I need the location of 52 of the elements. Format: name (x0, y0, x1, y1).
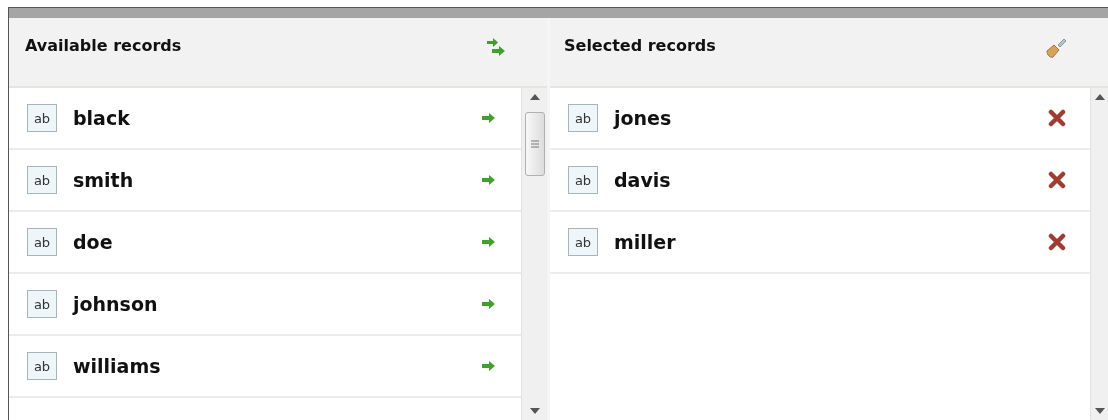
record-row[interactable]: ab johnson (9, 274, 521, 336)
text-type-icon: ab (568, 228, 598, 256)
text-type-icon: ab (27, 228, 57, 256)
scroll-down-icon[interactable] (1094, 408, 1105, 414)
record-row[interactable]: ab davis (550, 150, 1090, 212)
add-button[interactable] (481, 236, 497, 248)
scrollbar[interactable] (1090, 88, 1108, 420)
arrow-right-icon (481, 360, 497, 372)
arrow-right-icon (481, 298, 497, 310)
add-button[interactable] (481, 174, 497, 186)
remove-button[interactable] (1048, 109, 1066, 127)
record-name: black (73, 107, 131, 129)
record-row[interactable]: ab doe (9, 212, 521, 274)
add-button[interactable] (481, 298, 497, 310)
scroll-down-icon[interactable] (529, 408, 540, 414)
record-name: davis (614, 169, 672, 191)
text-type-icon: ab (568, 104, 598, 132)
panel-title: Available records (25, 36, 182, 55)
add-button[interactable] (481, 112, 497, 124)
record-name: smith (73, 169, 135, 191)
record-row[interactable]: ab black (9, 88, 521, 150)
text-type-icon: ab (27, 352, 57, 380)
record-name: miller (614, 231, 677, 253)
text-type-icon: ab (27, 290, 57, 318)
panel-title: Selected records (564, 36, 716, 55)
arrow-right-icon (481, 236, 497, 248)
text-type-icon: ab (568, 166, 598, 194)
grip-icon (530, 140, 539, 148)
add-button[interactable] (481, 360, 497, 372)
record-name: johnson (73, 293, 159, 315)
record-row[interactable]: ab jones (550, 88, 1090, 150)
text-type-icon: ab (27, 104, 57, 132)
arrow-right-icon (481, 174, 497, 186)
double-arrow-right-icon (485, 36, 507, 58)
scroll-thumb[interactable] (524, 112, 545, 176)
close-icon (1048, 109, 1066, 127)
text-type-icon: ab (27, 166, 57, 194)
remove-button[interactable] (1048, 171, 1066, 189)
record-row[interactable]: ab williams (9, 336, 521, 398)
scroll-up-icon[interactable] (529, 94, 540, 100)
close-icon (1048, 233, 1066, 251)
record-row[interactable]: ab smith (9, 150, 521, 212)
scroll-up-icon[interactable] (1094, 94, 1105, 100)
record-name: doe (73, 231, 114, 253)
record-name: williams (73, 355, 162, 377)
scrollbar[interactable] (521, 88, 547, 420)
close-icon (1048, 171, 1066, 189)
remove-button[interactable] (1048, 233, 1066, 251)
add-all-button[interactable] (485, 36, 507, 58)
record-row[interactable]: ab miller (550, 212, 1090, 274)
arrow-right-icon (481, 112, 497, 124)
record-name: jones (614, 107, 673, 129)
